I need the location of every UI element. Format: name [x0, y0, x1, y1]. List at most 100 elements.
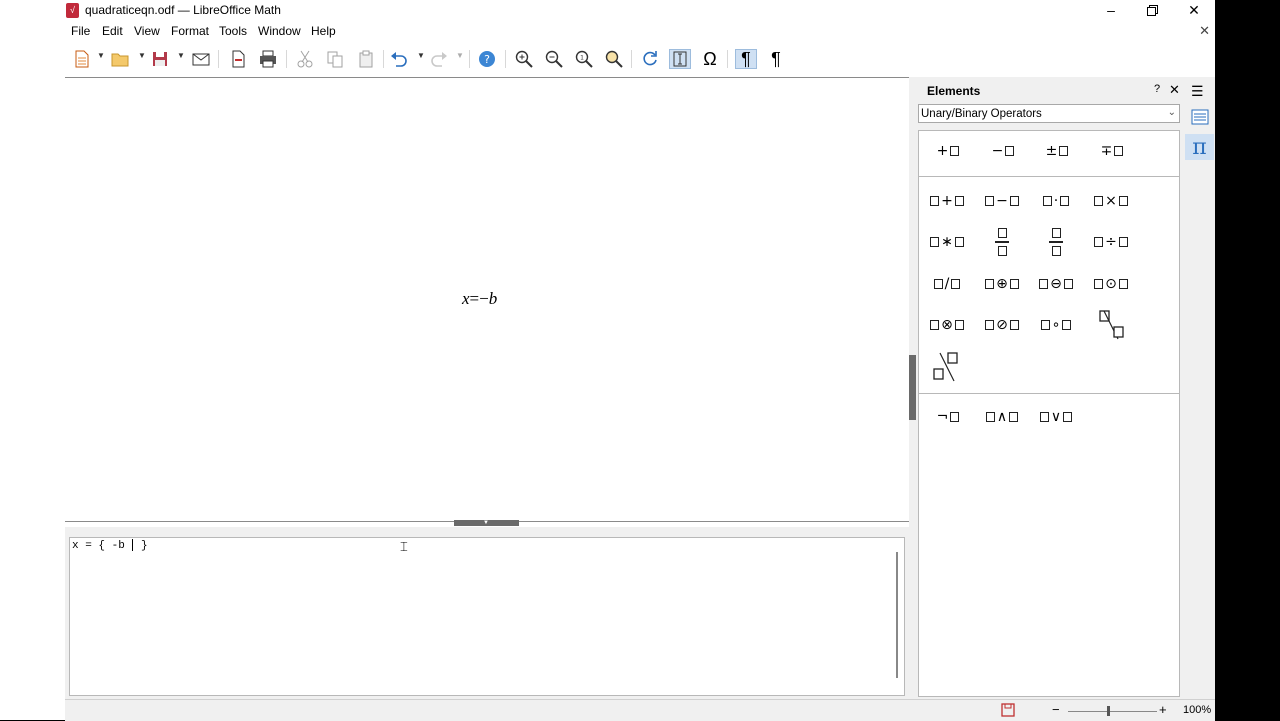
minimize-button[interactable]: –: [1090, 0, 1132, 21]
element-circled-minus[interactable]: ⊖: [1033, 267, 1079, 301]
redo-dropdown-icon[interactable]: ▼: [456, 51, 464, 60]
zoom-out-status-button[interactable]: −: [1052, 702, 1060, 717]
element-circled-slash[interactable]: ⊘: [979, 308, 1025, 342]
menu-view[interactable]: View: [134, 24, 160, 38]
element-slash[interactable]: /: [924, 267, 970, 301]
new-document-button[interactable]: [71, 49, 93, 69]
restore-icon: [1146, 5, 1158, 16]
envelope-icon: [192, 53, 210, 66]
zoom-in-icon: [515, 50, 533, 68]
open-dropdown-icon[interactable]: ▼: [138, 51, 146, 60]
redo-button[interactable]: [428, 49, 450, 69]
element-or[interactable]: ∨: [1033, 400, 1079, 434]
element-fraction-wide[interactable]: [1033, 225, 1079, 259]
sidebar-title: Elements: [927, 84, 981, 98]
open-button[interactable]: [109, 49, 131, 69]
new-dropdown-icon[interactable]: ▼: [97, 51, 105, 60]
element-wide-backslash[interactable]: [924, 350, 970, 384]
formatting-marks-alt-button[interactable]: ¶: [765, 49, 787, 69]
source-after-caret: }: [134, 539, 148, 552]
copy-icon: [327, 51, 343, 68]
cut-button[interactable]: [294, 49, 316, 69]
symbols-button[interactable]: Ω: [699, 49, 721, 69]
libreoffice-math-icon: √: [66, 3, 79, 18]
formula-editor[interactable]: x = { -b } ⌶: [69, 537, 905, 696]
zoom-in-button[interactable]: [513, 49, 535, 69]
element-unary-minus[interactable]: −: [979, 134, 1025, 168]
element-plus-minus[interactable]: ±: [1033, 134, 1079, 168]
element-category-select[interactable]: Unary/Binary Operators ⌄: [918, 104, 1180, 123]
menu-help[interactable]: Help: [311, 24, 336, 38]
sidebar-toggle-grip[interactable]: [909, 355, 916, 420]
zoom-in-status-button[interactable]: +: [1159, 702, 1167, 717]
new-document-icon: [75, 50, 89, 68]
element-cdot[interactable]: ·: [1033, 184, 1079, 218]
zoom-100-button[interactable]: 1: [573, 49, 595, 69]
document-modified-icon[interactable]: [1001, 703, 1015, 717]
formula-cursor-button[interactable]: [669, 49, 691, 69]
close-document-button[interactable]: ✕: [1199, 23, 1210, 39]
element-add[interactable]: +: [924, 184, 970, 218]
status-bar: − + 100%: [65, 699, 1215, 721]
print-button[interactable]: [257, 49, 279, 69]
close-window-button[interactable]: ✕: [1173, 0, 1215, 21]
element-fraction[interactable]: [979, 225, 1025, 259]
save-button[interactable]: [149, 49, 171, 69]
sidebar-help-button[interactable]: ?: [1154, 83, 1160, 95]
deck-elements-button[interactable]: π: [1185, 134, 1214, 160]
deck-properties-button[interactable]: [1185, 104, 1214, 130]
element-times[interactable]: ×: [1088, 184, 1134, 218]
formula-rhs: b: [488, 289, 498, 308]
zoom-out-icon: [545, 50, 563, 68]
undo-dropdown-icon[interactable]: ▼: [417, 51, 425, 60]
app-window: √ quadraticeqn.odf — LibreOffice Math – …: [0, 0, 1215, 721]
sidebar-menu-icon[interactable]: ☰: [1191, 83, 1204, 100]
editor-pane: x = { -b } ⌶: [65, 527, 909, 699]
menu-window[interactable]: Window: [258, 24, 301, 38]
element-unary-plus[interactable]: +: [924, 134, 970, 168]
wide-slash-icon: [1099, 310, 1124, 340]
export-pdf-button[interactable]: [227, 49, 249, 69]
undo-button[interactable]: [388, 49, 410, 69]
menu-edit[interactable]: Edit: [102, 24, 123, 38]
zoom-slider[interactable]: [1068, 711, 1157, 712]
maximize-button[interactable]: [1131, 0, 1173, 21]
formatting-marks-button[interactable]: ¶: [735, 49, 757, 69]
menu-format[interactable]: Format: [171, 24, 209, 38]
show-all-button[interactable]: [603, 49, 625, 69]
formula-source: x = { -b }: [72, 539, 148, 552]
element-and[interactable]: ∧: [979, 400, 1025, 434]
sidebar-deck: ☰ π: [1184, 77, 1215, 699]
element-wide-slash[interactable]: [1088, 308, 1134, 342]
formula-equals: =: [469, 289, 480, 308]
email-button[interactable]: [190, 49, 212, 69]
element-asterisk[interactable]: ∗: [924, 225, 970, 259]
element-minus-plus[interactable]: ∓: [1088, 134, 1134, 168]
zoom-out-button[interactable]: [543, 49, 565, 69]
formula-lhs: x: [462, 289, 470, 308]
element-subtract[interactable]: −: [979, 184, 1025, 218]
pilcrow-icon: ¶: [741, 48, 751, 69]
menu-tools[interactable]: Tools: [219, 24, 247, 38]
element-compose[interactable]: ∘: [1033, 308, 1079, 342]
zoom-percentage[interactable]: 100%: [1183, 704, 1211, 716]
element-circled-dot[interactable]: ⊙: [1088, 267, 1134, 301]
update-button[interactable]: [639, 49, 661, 69]
element-divide[interactable]: ÷: [1088, 225, 1134, 259]
editor-scrollbar[interactable]: [896, 552, 898, 678]
element-not[interactable]: ¬: [924, 400, 970, 434]
rendered-formula: x=−b: [462, 289, 497, 309]
element-circled-plus[interactable]: ⊕: [979, 267, 1025, 301]
copy-button[interactable]: [324, 49, 346, 69]
menu-file[interactable]: File: [71, 24, 90, 38]
help-button[interactable]: ?: [476, 49, 498, 69]
sidebar-close-button[interactable]: ✕: [1169, 82, 1180, 98]
save-dropdown-icon[interactable]: ▼: [177, 51, 185, 60]
pdf-icon: [232, 50, 245, 68]
zoom-slider-thumb[interactable]: [1106, 706, 1110, 716]
element-circled-times[interactable]: ⊗: [924, 308, 970, 342]
formula-canvas[interactable]: x=−b: [65, 77, 910, 522]
horizontal-splitter[interactable]: ▼: [454, 520, 519, 526]
omega-icon: Ω: [703, 48, 717, 69]
paste-button[interactable]: [355, 49, 377, 69]
